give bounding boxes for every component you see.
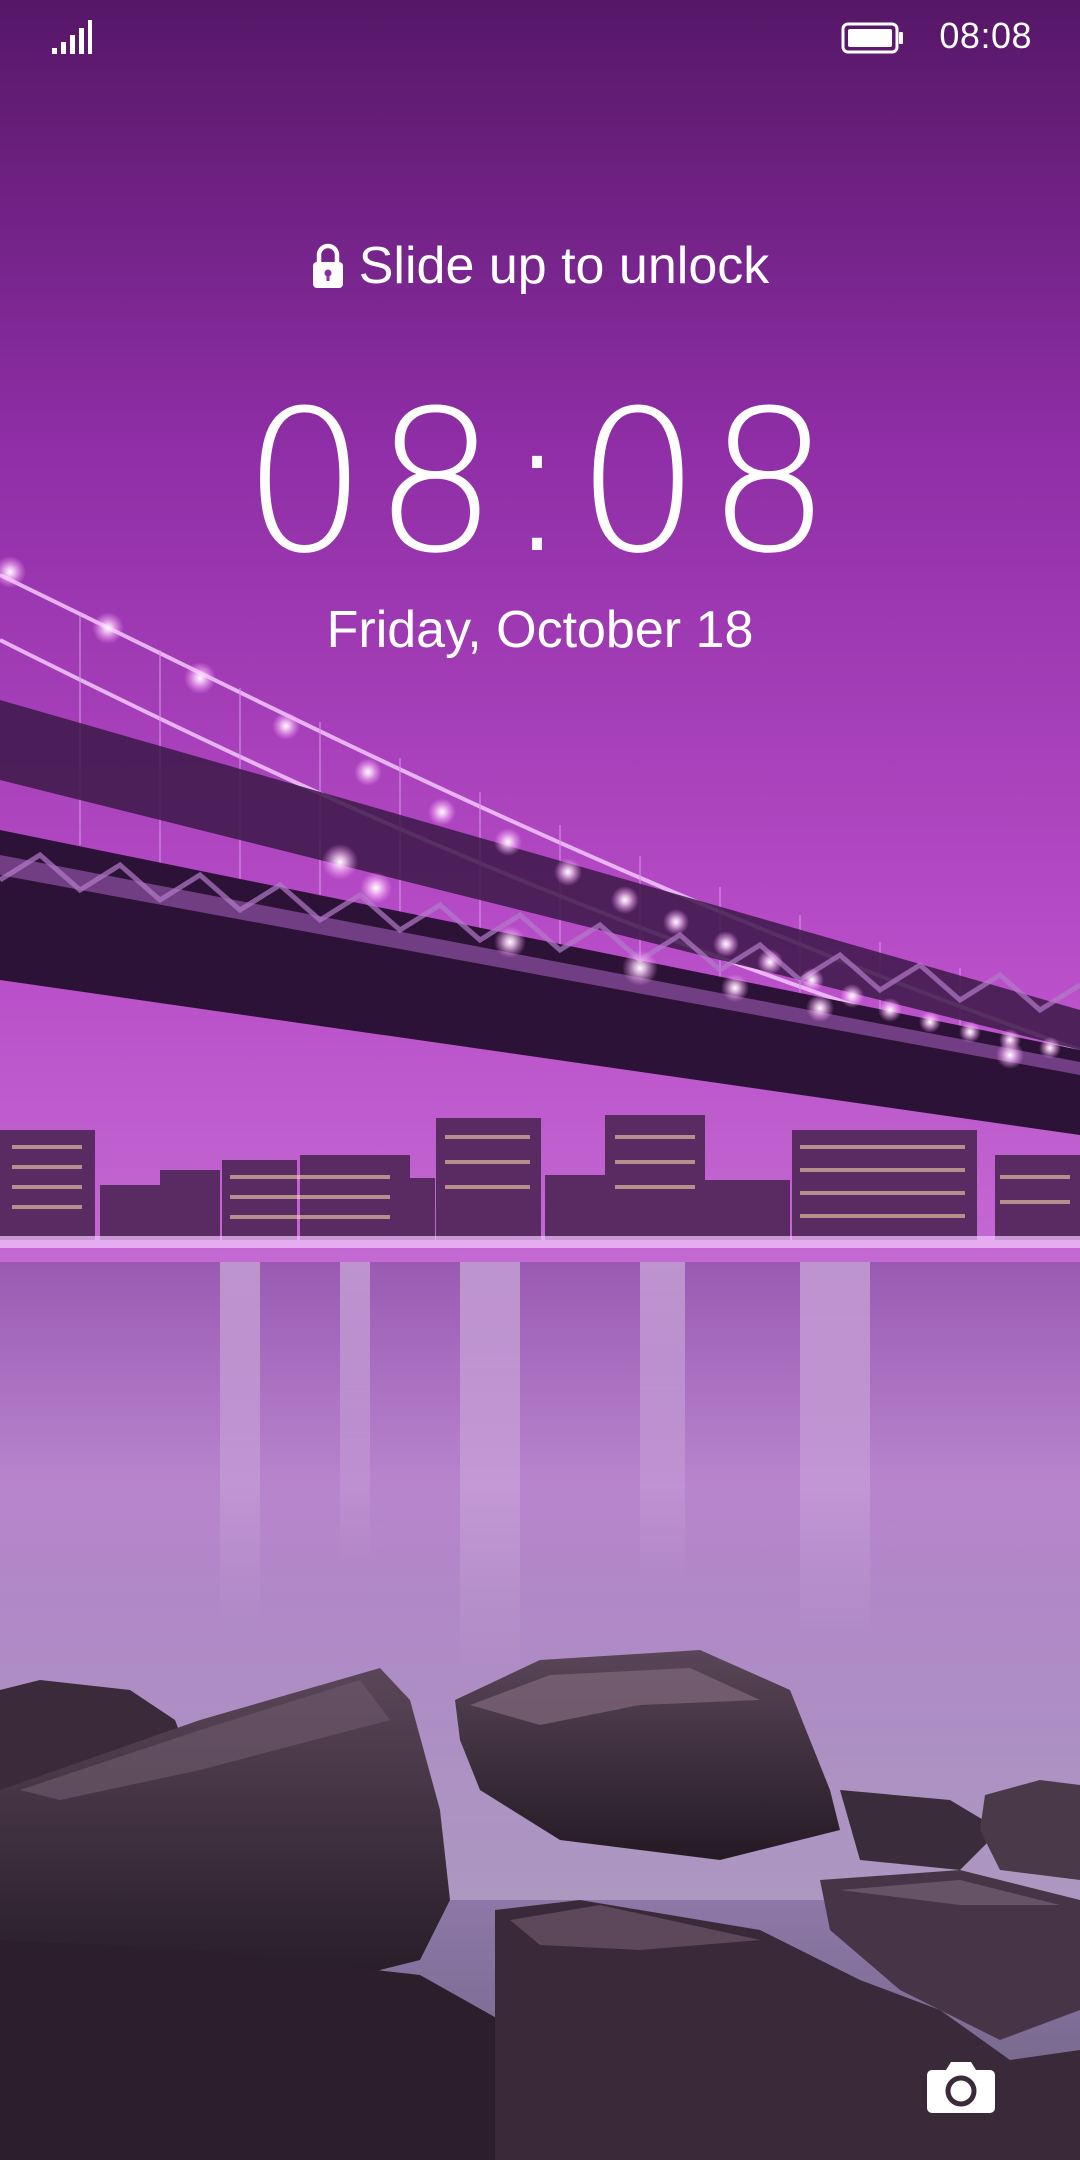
status-bar: 08:08 (0, 0, 1080, 80)
lock-screen-clock: 08:08 (242, 369, 838, 597)
lock-screen-date: Friday, October 18 (326, 601, 754, 659)
lock-screen[interactable]: 08:08 Slide up to unlock 08:08 Friday, O… (0, 0, 1080, 2160)
status-bar-time: 08:08 (939, 15, 1032, 56)
battery-full-icon (841, 22, 903, 54)
unlock-hint: Slide up to unlock (0, 236, 1080, 296)
unlock-hint-text: Slide up to unlock (358, 237, 770, 295)
signal-bars-icon (52, 20, 92, 54)
camera-icon[interactable] (926, 2058, 996, 2114)
wallpaper-image (0, 0, 1080, 2160)
lock-icon (312, 243, 343, 288)
